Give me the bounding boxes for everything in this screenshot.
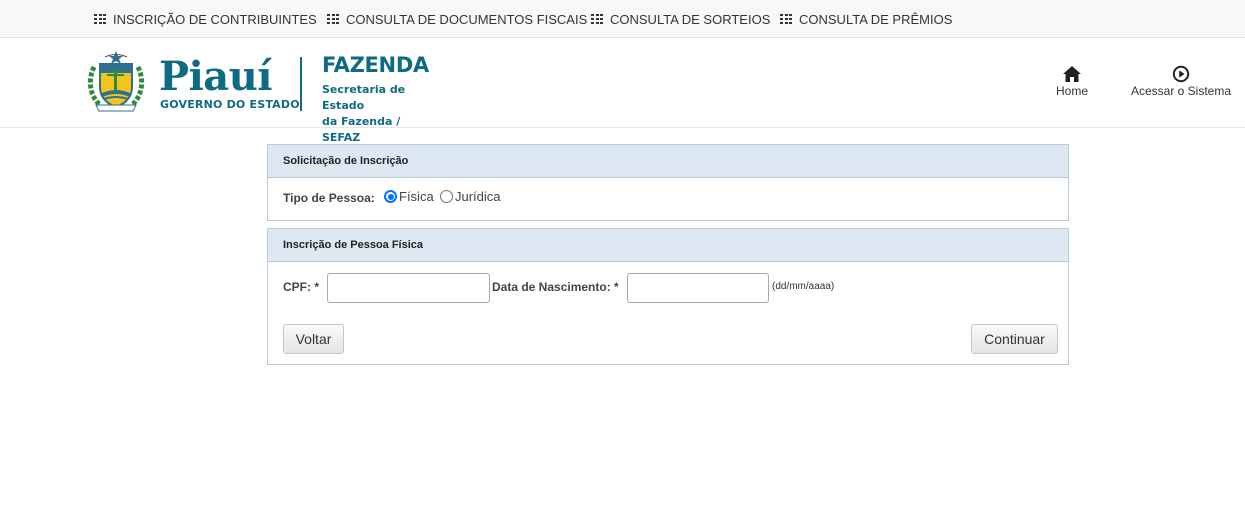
sefaz-logo[interactable]: Piauí GOVERNO DO ESTADO FAZENDA Secretar… <box>86 49 436 144</box>
site-header: Piauí GOVERNO DO ESTADO FAZENDA Secretar… <box>0 39 1245 144</box>
person-panel-title: Inscrição de Pessoa Física <box>268 229 1068 262</box>
home-link-label: Home <box>1055 84 1088 98</box>
radio-label-fisica: Física <box>399 189 434 204</box>
radio-label-juridica: Jurídica <box>455 189 501 204</box>
logo-tagline: GOVERNO DO ESTADO <box>160 98 300 111</box>
logo-department: FAZENDA <box>322 53 429 77</box>
birth-date-label: Data de Nascimento: * <box>492 280 619 294</box>
continue-button[interactable]: Continuar <box>971 324 1058 354</box>
cpf-label: CPF: * <box>283 280 319 294</box>
radio-fisica[interactable]: Física <box>384 189 434 204</box>
grid-icon <box>94 14 106 24</box>
play-circle-icon <box>1172 65 1190 83</box>
nav-label: CONSULTA DE PRÊMIOS <box>799 11 953 27</box>
request-panel: Solicitação de Inscrição Tipo de Pessoa:… <box>267 144 1069 221</box>
birth-date-input[interactable] <box>627 273 769 303</box>
logo-subtitle: Secretaria de Estado da Fazenda / SEFAZ <box>322 82 436 146</box>
nav-consulta-documentos-fiscais[interactable]: CONSULTA DE DOCUMENTOS FISCAIS <box>327 0 587 38</box>
radio-button-juridica[interactable] <box>440 190 453 203</box>
nav-label: INSCRIÇÃO DE CONTRIBUINTES <box>113 11 317 27</box>
home-link[interactable]: Home <box>1052 65 1092 98</box>
grid-icon <box>327 14 339 24</box>
logo-subtitle-line2: da Fazenda / SEFAZ <box>322 115 401 144</box>
top-navigation: INSCRIÇÃO DE CONTRIBUINTES CONSULTA DE D… <box>0 0 1245 38</box>
radio-juridica[interactable]: Jurídica <box>440 189 501 204</box>
logo-subtitle-line1: Secretaria de Estado <box>322 83 406 112</box>
cpf-input[interactable] <box>327 273 490 303</box>
access-system-link[interactable]: Acessar o Sistema <box>1126 65 1236 98</box>
nav-consulta-premios[interactable]: CONSULTA DE PRÊMIOS <box>780 0 952 38</box>
grid-icon <box>780 14 792 24</box>
home-icon <box>1063 66 1081 82</box>
grid-icon <box>591 14 603 24</box>
birth-date-hint: (dd/mm/aaaa) <box>772 281 835 292</box>
nav-label: CONSULTA DE DOCUMENTOS FISCAIS <box>346 11 588 27</box>
logo-divider <box>300 57 302 111</box>
person-panel: Inscrição de Pessoa Física CPF: * Data d… <box>267 228 1069 365</box>
radio-button-fisica[interactable] <box>384 190 397 203</box>
request-panel-title: Solicitação de Inscrição <box>268 145 1068 178</box>
nav-inscricao-contribuintes[interactable]: INSCRIÇÃO DE CONTRIBUINTES <box>94 0 317 38</box>
back-button[interactable]: Voltar <box>283 324 344 354</box>
person-type-label: Tipo de Pessoa: <box>283 191 375 205</box>
access-system-label: Acessar o Sistema <box>1130 84 1232 98</box>
nav-label: CONSULTA DE SORTEIOS <box>610 11 771 27</box>
coat-of-arms-icon <box>87 51 145 112</box>
nav-consulta-sorteios[interactable]: CONSULTA DE SORTEIOS <box>591 0 770 38</box>
logo-brand: Piauí <box>159 53 272 100</box>
